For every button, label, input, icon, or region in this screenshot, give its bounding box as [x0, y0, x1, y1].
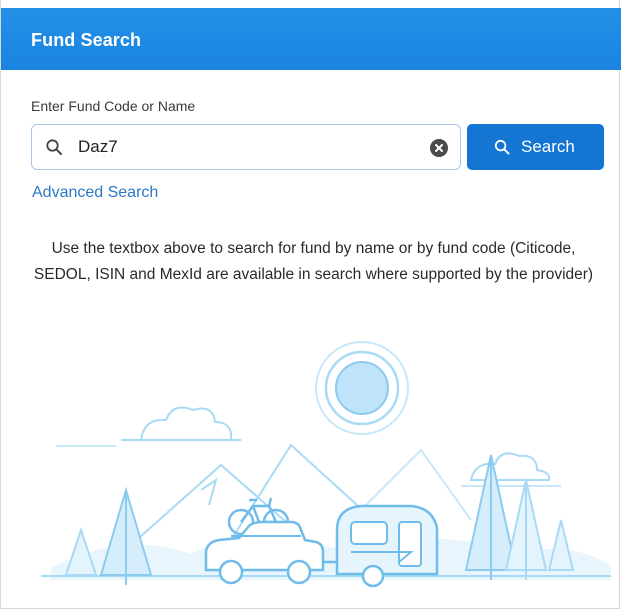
- help-text: Use the textbox above to search for fund…: [33, 240, 594, 283]
- fund-search-panel: Fund Search Enter Fund Code or Name Sear…: [0, 0, 621, 609]
- search-field-label: Enter Fund Code or Name: [31, 98, 196, 114]
- search-icon: [46, 139, 62, 155]
- search-field[interactable]: [31, 124, 461, 170]
- search-icon: [494, 139, 510, 155]
- panel-title: Fund Search: [31, 30, 142, 50]
- search-button-label: Search: [521, 137, 575, 156]
- camping-scene-illustration: [41, 341, 611, 588]
- panel-header: Fund Search: [1, 8, 621, 70]
- search-input[interactable]: [78, 137, 428, 157]
- search-button[interactable]: Search: [467, 124, 604, 170]
- advanced-search-link[interactable]: Advanced Search: [32, 184, 158, 202]
- clear-icon[interactable]: [430, 139, 448, 157]
